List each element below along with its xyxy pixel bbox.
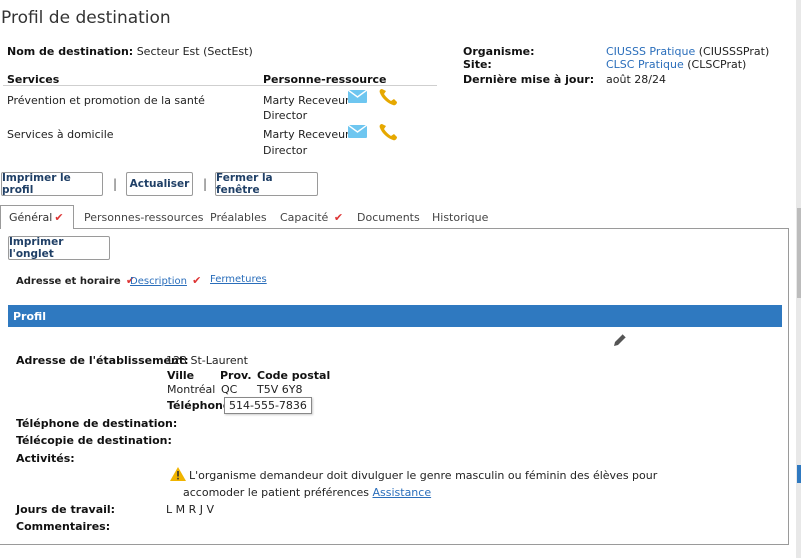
service-name: Services à domicile (7, 128, 114, 141)
last-updated-value: août 28/24 (606, 73, 666, 86)
mail-icon[interactable] (348, 90, 367, 103)
toolbar-separator: | (203, 177, 208, 191)
organization-link[interactable]: CIUSSS Pratique (606, 45, 695, 58)
tab-prerequisites[interactable]: Préalables (210, 211, 267, 224)
subtab-address-schedule[interactable]: Adresse et horaire ✔ (16, 274, 135, 287)
last-updated-label: Dernière mise à jour: (463, 73, 595, 86)
tab-contacts[interactable]: Personnes-ressources (84, 211, 203, 224)
profile-section-header: Profil (8, 305, 782, 327)
workdays-value: L M R J V (166, 503, 215, 516)
address-value: 123 St-Laurent (166, 354, 248, 367)
site-label: Site: (463, 58, 492, 71)
edit-pencil-icon[interactable] (612, 332, 628, 348)
check-icon: ✔ (54, 211, 64, 224)
background-window-strip (797, 465, 801, 483)
warning-text: accomoder le patient préférences (183, 486, 369, 499)
refresh-button[interactable]: Actualiser (126, 172, 193, 196)
city-value: Montréal (167, 383, 216, 396)
print-profile-button[interactable]: Imprimer le profil (1, 172, 103, 196)
tab-general[interactable]: Général ✔ (0, 205, 74, 229)
province-header: Prov. (220, 369, 252, 382)
city-header: Ville (167, 369, 195, 382)
close-window-button[interactable]: Fermer la fenêtre (215, 172, 318, 196)
check-icon: ✔ (192, 274, 202, 287)
destination-name-value: Secteur Est (SectEst) (136, 45, 253, 58)
province-value: QC (221, 383, 238, 396)
workdays-label: Jours de travail: (16, 503, 116, 516)
address-label: Adresse de l'établissement: (16, 354, 189, 367)
warning-message-line1: L'organisme demandeur doit divulguer le … (189, 469, 658, 482)
tab-documents[interactable]: Documents (357, 211, 420, 224)
activities-label: Activités: (16, 452, 75, 465)
contact-role: Director (263, 109, 308, 122)
destination-fax-label: Télécopie de destination: (16, 434, 172, 447)
tab-label: Général (9, 211, 53, 224)
services-header-divider (3, 85, 437, 86)
subtab-label: Adresse et horaire (16, 276, 121, 287)
subtab-closures[interactable]: Fermetures (210, 274, 267, 285)
tab-history[interactable]: Historique (432, 211, 488, 224)
comments-label: Commentaires: (16, 520, 111, 533)
page-title: Profil de destination (1, 8, 171, 28)
phone-icon[interactable] (378, 123, 398, 141)
organization-label: Organisme: (463, 45, 535, 58)
warning-icon (170, 467, 186, 481)
contact-name: Marty Receveur (263, 94, 350, 107)
service-name: Prévention et promotion de la santé (7, 94, 205, 107)
subtab-description[interactable]: Description ✔ (130, 274, 201, 287)
postal-code-value: T5V 6Y8 (257, 383, 303, 396)
destination-name: Nom de destination: Secteur Est (SectEst… (7, 45, 253, 58)
organization-code: (CIUSSSPrat) (698, 45, 770, 58)
site-link[interactable]: CLSC Pratique (606, 58, 684, 71)
postal-code-header: Code postal (257, 369, 331, 382)
background-window-strip (797, 208, 801, 298)
destination-phone-label: Téléphone de destination: (16, 417, 178, 430)
phone-icon[interactable] (378, 88, 398, 106)
site-value: CLSC Pratique (CLSCPrat) (606, 58, 746, 71)
organization-value: CIUSSS Pratique (CIUSSSPrat) (606, 45, 769, 58)
tab-label: Capacité (280, 211, 329, 224)
toolbar-separator: | (113, 177, 118, 191)
site-code: (CLSCPrat) (687, 58, 747, 71)
contact-role: Director (263, 144, 308, 157)
tab-capacity[interactable]: Capacité ✔ (280, 211, 343, 224)
check-icon: ✔ (333, 211, 344, 224)
print-tab-button[interactable]: Imprimer l'onglet (8, 236, 110, 260)
assistance-link[interactable]: Assistance (372, 486, 431, 499)
contact-name: Marty Receveur (263, 128, 350, 141)
mail-icon[interactable] (348, 125, 367, 138)
destination-name-label: Nom de destination: (7, 45, 134, 58)
phone-tooltip: 514-555-7836 (224, 397, 312, 414)
subtab-label: Description (130, 276, 187, 287)
warning-message-line2: accomoder le patient préférences Assista… (183, 486, 431, 499)
